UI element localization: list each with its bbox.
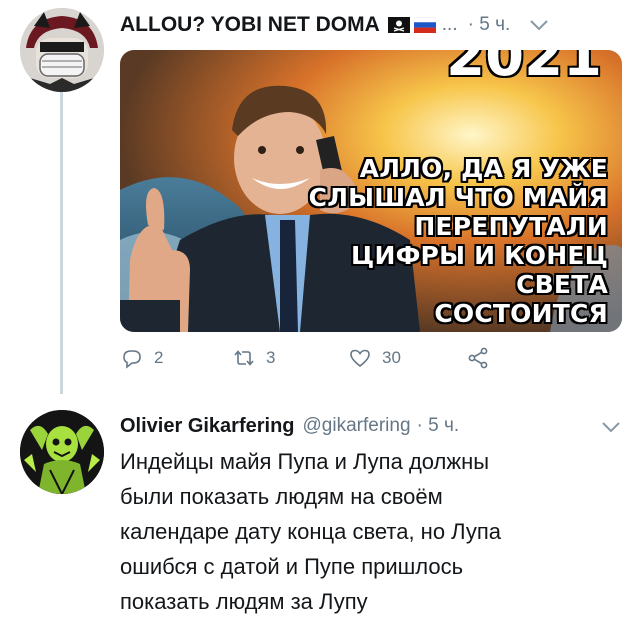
like-count: 30 <box>382 348 401 367</box>
retweet-count: 3 <box>266 348 276 367</box>
pirate-flag-icon <box>387 17 410 33</box>
share-icon <box>468 347 488 369</box>
meme-caption-line: СЛЫШАЛ ЧТО МАЙЯ <box>308 183 608 212</box>
meme-caption-line: АЛЛО, ДА Я УЖЕ <box>359 154 608 183</box>
thread-connector <box>60 92 63 394</box>
like-button[interactable]: 30 <box>348 346 401 370</box>
meme-year: 2021 <box>446 50 602 89</box>
reply-count: 2 <box>154 348 164 367</box>
avatar[interactable] <box>20 410 104 494</box>
tweet-actions: 2 3 30 <box>120 346 520 376</box>
chevron-down-icon[interactable] <box>528 18 550 32</box>
meme-caption-line: ПЕРЕПУТАЛИ <box>414 212 608 241</box>
name-ellipsis: ... <box>441 14 458 35</box>
meme-caption: АЛЛО, ДА Я УЖЕ СЛЫШАЛ ЧТО МАЙЯ ПЕРЕПУТАЛ… <box>268 154 608 328</box>
author-name[interactable]: Olivier Gikarfering <box>120 415 295 438</box>
tweet-header: Olivier Gikarfering @gikarfering · 5 ч. <box>120 412 459 440</box>
tweet-time[interactable]: · 5 ч. <box>468 14 511 36</box>
tweet-text: Индейцы майя Пупа и Лупа должны были пок… <box>120 449 502 614</box>
chevron-down-icon[interactable] <box>600 420 622 434</box>
author-handle[interactable]: @gikarfering <box>303 415 411 437</box>
russia-flag-icon <box>413 17 436 33</box>
avatar[interactable] <box>20 8 104 92</box>
like-icon <box>350 349 370 368</box>
tweet-header: ALLOU? YOBI NET DOMA ... · 5 ч. <box>120 10 620 40</box>
reply-button[interactable]: 2 <box>120 346 163 370</box>
author-name[interactable]: ALLOU? YOBI NET DOMA <box>120 13 380 37</box>
tweet-image[interactable]: 2021 АЛЛО, ДА Я УЖЕ СЛЫШАЛ ЧТО МАЙЯ ПЕРЕ… <box>120 50 622 332</box>
tweet-time[interactable]: · 5 ч. <box>417 415 460 437</box>
share-button[interactable] <box>466 346 500 370</box>
retweet-icon <box>234 350 254 366</box>
reply-icon <box>123 350 141 369</box>
retweet-button[interactable]: 3 <box>232 346 275 370</box>
meme-caption-line: ЦИФРЫ И КОНЕЦ СВЕТА <box>351 241 608 299</box>
meme-caption-line: СОСТОИТСЯ <box>434 299 608 328</box>
